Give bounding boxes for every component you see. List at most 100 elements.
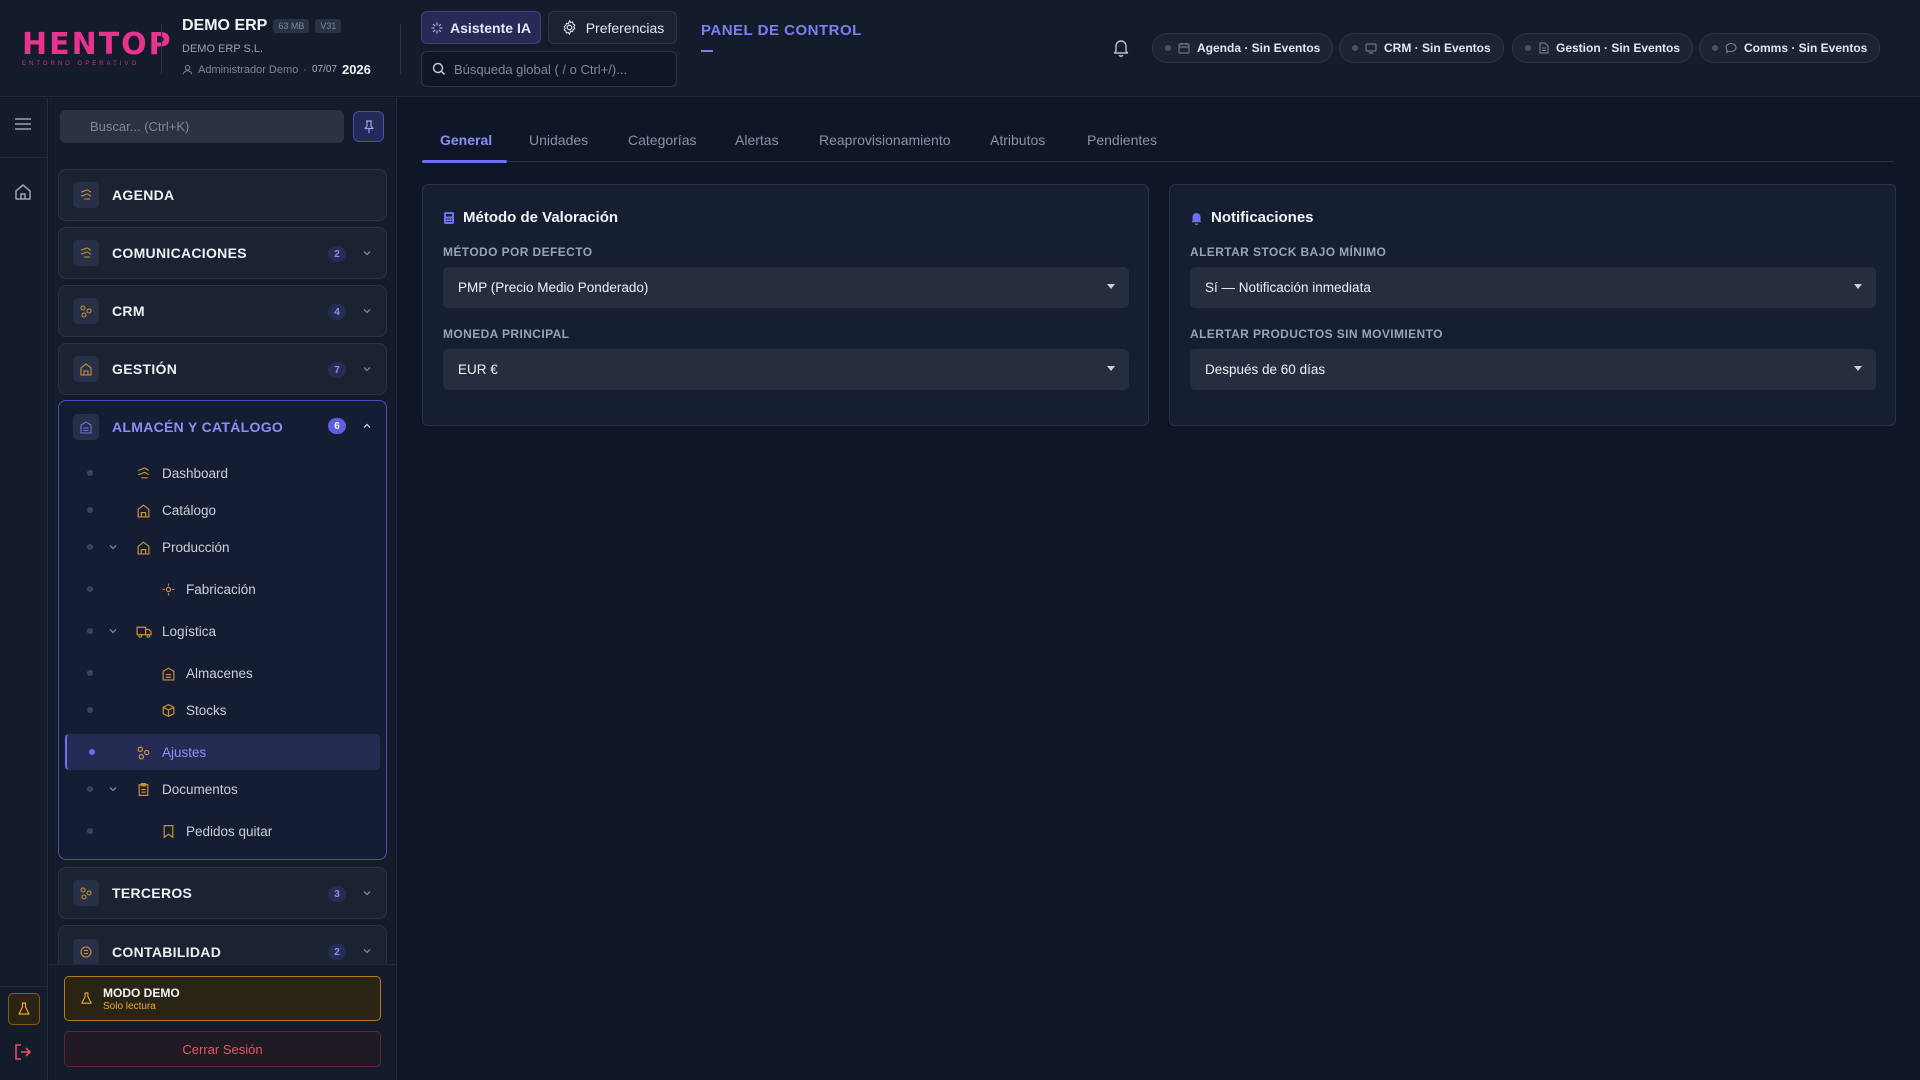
comms-icon	[73, 240, 99, 266]
version-badge: V31	[315, 19, 342, 33]
item-label: Fabricación	[186, 581, 256, 597]
preferences-button[interactable]: Preferencias	[548, 11, 677, 44]
box-icon	[162, 703, 175, 717]
section-label: CONTABILIDAD	[112, 944, 222, 960]
ai-assistant-button[interactable]: Asistente IA	[421, 11, 541, 44]
sidebar-item-documentos[interactable]: Documentos	[65, 771, 380, 807]
sparkle-icon	[431, 22, 443, 33]
truck-icon	[136, 626, 152, 638]
sidebar-section-almacen: ALMACÉN Y CATÁLOGO 6 Dashboard Catálogo …	[58, 400, 387, 860]
sidebar-section-agenda[interactable]: AGENDA	[58, 169, 387, 221]
sidebar-section-terceros[interactable]: TERCEROS 3	[58, 867, 387, 919]
crm-events-label: CRM · Sin Eventos	[1384, 41, 1491, 55]
valuation-method-select[interactable]: PMP (Precio Medio Ponderado)	[443, 267, 1129, 308]
sidebar-item-produccion[interactable]: Producción	[65, 529, 380, 565]
global-search-input[interactable]	[454, 61, 664, 77]
menu-toggle-button[interactable]	[13, 116, 33, 137]
item-label: Documentos	[162, 781, 238, 797]
item-label: Dashboard	[162, 465, 229, 481]
sidebar-search[interactable]	[60, 110, 344, 143]
pin-icon	[363, 119, 374, 133]
factory-icon	[137, 540, 150, 555]
preferences-label: Preferencias	[585, 19, 665, 36]
global-search[interactable]	[421, 51, 677, 87]
tab-alertas[interactable]: Alertas	[735, 132, 779, 148]
demo-mode-button[interactable]	[8, 993, 40, 1025]
bullet	[87, 786, 93, 792]
notifications-bell[interactable]	[1112, 38, 1130, 62]
tab-reaprovisionamiento[interactable]: Reaprovisionamiento	[819, 132, 951, 148]
chevron-down-icon[interactable]	[108, 784, 118, 794]
sidebar-item-stocks[interactable]: Stocks	[65, 692, 380, 728]
gear-icon	[563, 20, 576, 35]
user-name: Administrador Demo	[198, 63, 299, 76]
bullet	[87, 670, 93, 676]
sidebar-item-pedidos-quitar[interactable]: Pedidos quitar	[65, 813, 380, 849]
sidebar-section-comunicaciones[interactable]: COMUNICACIONES 2	[58, 227, 387, 279]
sidebar-section-gestion[interactable]: GESTIÓN 7	[58, 343, 387, 395]
page-subtitle-dash	[701, 50, 713, 52]
home-icon	[15, 184, 31, 200]
bullet	[87, 507, 93, 513]
dashboard-icon	[138, 467, 149, 478]
agenda-events-pill[interactable]: Agenda · Sin Eventos	[1152, 33, 1334, 63]
sidebar-item-dashboard[interactable]: Dashboard	[65, 455, 380, 491]
count-badge: 2	[328, 246, 346, 262]
active-tab-indicator	[422, 160, 507, 163]
dropdown-arrow-icon	[1854, 284, 1862, 289]
tab-categorias[interactable]: Categorías	[628, 132, 696, 148]
size-badge: 63 MB	[273, 19, 310, 33]
brand-logo[interactable]: HENTOP ENTORNO OPERATIVO	[22, 30, 171, 68]
page-title: PANEL DE CONTROL	[701, 22, 862, 39]
sidebar-section-contabilidad[interactable]: CONTABILIDAD 2	[58, 925, 387, 965]
gestion-events-pill[interactable]: Gestion · Sin Eventos	[1512, 33, 1694, 63]
count-badge: 7	[328, 362, 346, 378]
section-label: COMUNICACIONES	[112, 245, 247, 261]
select-value: PMP (Precio Medio Ponderado)	[458, 280, 649, 295]
item-label: Producción	[162, 539, 230, 555]
logout-button[interactable]: Cerrar Sesión	[64, 1031, 381, 1067]
tab-pendientes[interactable]: Pendientes	[1087, 132, 1157, 148]
item-label: Pedidos quitar	[186, 823, 273, 839]
bell-icon	[1113, 40, 1129, 57]
sidebar-item-fabricacion[interactable]: Fabricación	[65, 571, 380, 607]
bullet	[89, 749, 95, 755]
hamburger-icon	[15, 118, 31, 130]
search-icon	[432, 62, 445, 75]
status-dot	[1165, 45, 1171, 51]
dropdown-arrow-icon	[1107, 366, 1115, 371]
no-movement-alert-select[interactable]: Después de 60 días	[1190, 349, 1876, 390]
tab-atributos[interactable]: Atributos	[990, 132, 1045, 148]
section-header[interactable]: ALMACÉN Y CATÁLOGO 6	[59, 401, 386, 453]
rail-divider	[0, 986, 48, 987]
sidebar-item-ajustes[interactable]: Ajustes	[65, 734, 380, 770]
comms-events-pill[interactable]: Comms · Sin Eventos	[1699, 33, 1881, 63]
status-dot	[1712, 45, 1718, 51]
home-button[interactable]	[13, 182, 33, 207]
chevron-down-icon[interactable]	[108, 626, 118, 636]
tab-general[interactable]: General	[440, 132, 492, 148]
sidebar-item-almacenes[interactable]: Almacenes	[65, 655, 380, 691]
card-title-text: Método de Valoración	[463, 209, 619, 226]
sidebar-item-logistica[interactable]: Logística	[65, 613, 380, 649]
low-stock-alert-select[interactable]: Sí — Notificación inmediata	[1190, 267, 1876, 308]
crm-events-pill[interactable]: CRM · Sin Eventos	[1339, 33, 1504, 63]
sidebar-section-crm[interactable]: CRM 4	[58, 285, 387, 337]
sidebar-search-input[interactable]	[90, 119, 330, 134]
currency-select[interactable]: EUR €	[443, 349, 1129, 390]
section-label: AGENDA	[112, 187, 175, 203]
chevron-down-icon[interactable]	[108, 542, 118, 552]
catalog-icon	[137, 503, 150, 518]
card-title: Notificaciones	[1190, 209, 1314, 226]
flask-icon	[18, 1002, 30, 1015]
sidebar-pin-button[interactable]	[353, 111, 384, 142]
partners-icon	[73, 880, 99, 906]
sidebar-item-catalogo[interactable]: Catálogo	[65, 492, 380, 528]
sidebar: AGENDA COMUNICACIONES 2 CRM 4 GESTIÓN 7 …	[49, 98, 397, 1080]
bell-icon	[1191, 212, 1202, 225]
chevron-down-icon	[363, 367, 371, 372]
tab-unidades[interactable]: Unidades	[529, 132, 588, 148]
bullet	[87, 544, 93, 550]
logout-rail-button[interactable]	[13, 1042, 33, 1067]
flask-icon	[81, 992, 92, 1004]
